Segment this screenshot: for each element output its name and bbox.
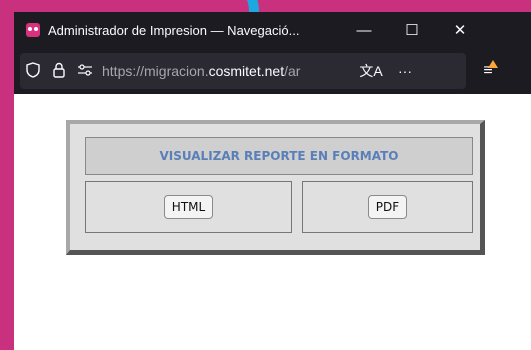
more-options-icon[interactable]: ··· — [388, 63, 422, 79]
desktop-background — [0, 0, 14, 350]
html-cell: HTML — [85, 181, 292, 233]
close-button[interactable]: ✕ — [436, 21, 484, 39]
url-text[interactable]: https://migracion.cosmitet.net/ar — [102, 63, 354, 79]
shield-icon[interactable] — [20, 61, 46, 81]
window-title: Administrador de Impresion — Navegació..… — [48, 22, 300, 38]
url-prefix: https://migracion. — [102, 63, 209, 79]
page-content: VISUALIZAR REPORTE EN FORMATO HTML PDF — [14, 94, 531, 350]
permissions-icon[interactable] — [72, 63, 98, 79]
maximize-button[interactable]: ☐ — [388, 21, 436, 39]
url-host: cosmitet.net — [208, 63, 285, 79]
lock-icon[interactable] — [46, 62, 72, 81]
pdf-button[interactable]: PDF — [367, 195, 408, 219]
address-bar[interactable]: https://migracion.cosmitet.net/ar 文A ··· — [20, 53, 466, 89]
nav-toolbar: https://migracion.cosmitet.net/ar 文A ···… — [14, 48, 531, 94]
minimize-button[interactable]: — — [340, 22, 388, 39]
update-badge-icon — [488, 60, 498, 68]
translate-icon[interactable]: 文A — [354, 61, 388, 81]
html-button[interactable]: HTML — [163, 195, 214, 219]
url-suffix: /ar — [284, 63, 301, 79]
report-format-heading: VISUALIZAR REPORTE EN FORMATO — [85, 137, 473, 175]
title-bar: Administrador de Impresion — Navegació..… — [14, 12, 531, 48]
pdf-cell: PDF — [302, 181, 473, 233]
report-format-panel: VISUALIZAR REPORTE EN FORMATO HTML PDF — [66, 120, 485, 255]
app-menu-button[interactable]: ≡ — [466, 60, 510, 80]
app-icon — [26, 23, 40, 37]
